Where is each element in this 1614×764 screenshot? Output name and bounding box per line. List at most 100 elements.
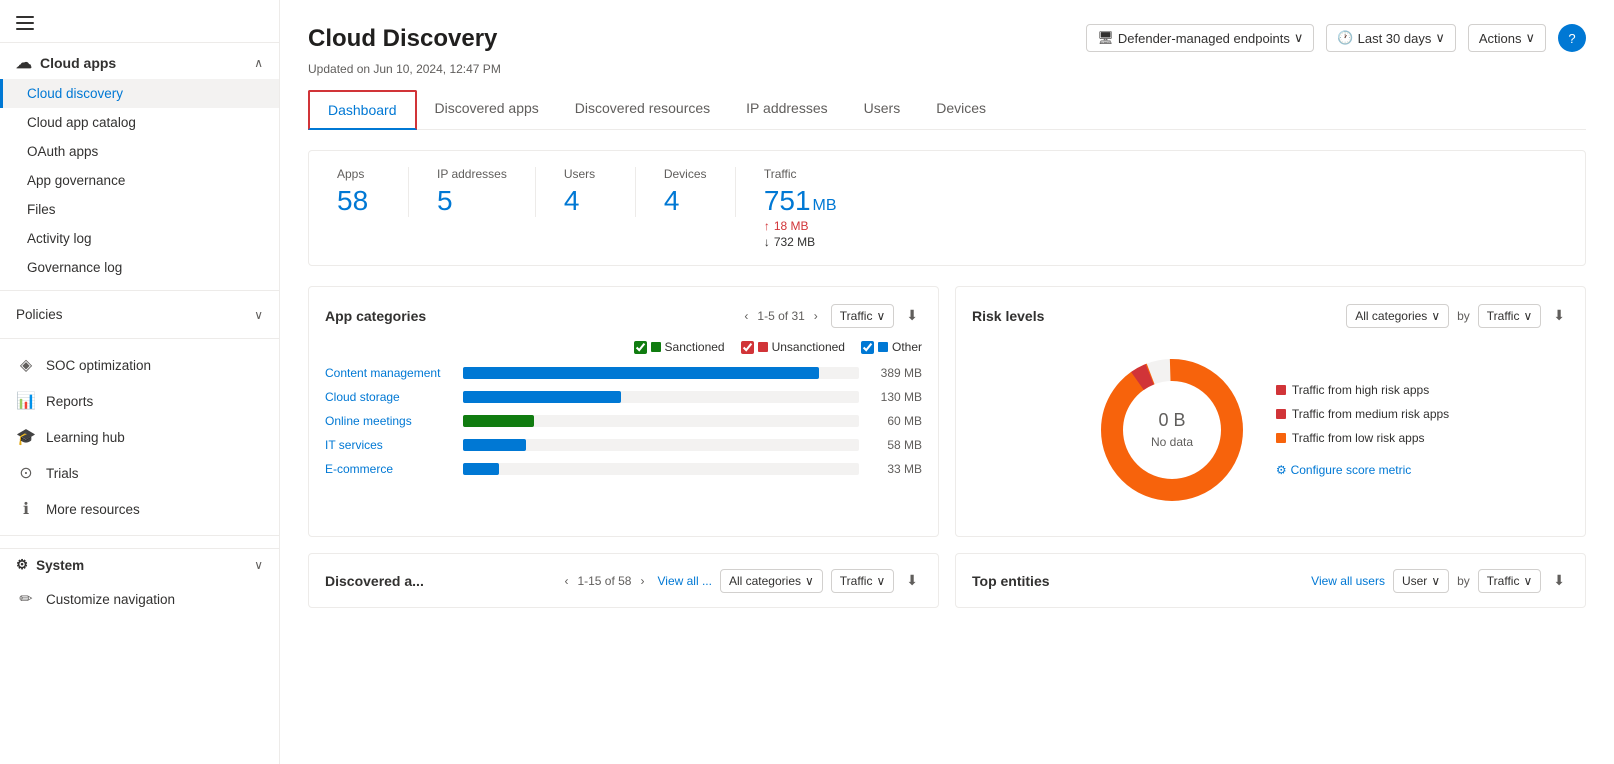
tab-discovered-resources[interactable]: Discovered resources: [557, 90, 728, 130]
medium-risk-legend: Traffic from medium risk apps: [1276, 407, 1449, 421]
sidebar-item-customize[interactable]: ✏ Customize navigation: [0, 581, 279, 617]
endpoint-button[interactable]: 🖥 Defender-managed endpoints ∨: [1086, 24, 1314, 52]
discovered-apps-pagination: ‹ 1-15 of 58 ›: [559, 572, 649, 590]
sidebar-item-learning-hub[interactable]: 🎓 Learning hub: [0, 419, 279, 455]
te-user-label: User: [1402, 574, 1427, 588]
risk-traffic-dropdown-button[interactable]: Traffic ∨: [1478, 304, 1541, 328]
donut-legend: Traffic from high risk apps Traffic from…: [1276, 383, 1449, 477]
divider-1: [0, 290, 279, 291]
bar-label-1[interactable]: Cloud storage: [325, 390, 455, 404]
te-user-chevron: ∨: [1431, 574, 1440, 588]
tabs-bar: Dashboard Discovered apps Discovered res…: [308, 90, 1586, 130]
da-categories-dropdown[interactable]: All categories ∨: [720, 569, 823, 593]
tab-discovered-apps[interactable]: Discovered apps: [417, 90, 557, 130]
sidebar-item-activity-log[interactable]: Activity log: [0, 224, 279, 253]
unsanctioned-checkbox[interactable]: [741, 341, 754, 354]
next-page-button[interactable]: ›: [809, 307, 823, 325]
sidebar-item-governance-log[interactable]: Governance log: [0, 253, 279, 282]
pagination-text: 1-5 of 31: [757, 309, 804, 323]
configure-score-link[interactable]: ⚙ Configure score metric: [1276, 463, 1449, 477]
reports-icon: 📊: [16, 391, 36, 411]
top-entities-controls: View all users User ∨ by Traffic ∨ ⬇: [1311, 568, 1569, 593]
da-view-all-link[interactable]: View all ...: [657, 574, 711, 588]
other-dot: [878, 342, 888, 352]
hamburger-button[interactable]: [0, 0, 279, 38]
risk-download-button[interactable]: ⬇: [1549, 303, 1569, 328]
sidebar-item-soc-optimization[interactable]: ◈ SOC optimization: [0, 347, 279, 383]
bar-row-1: Cloud storage 130 MB: [325, 390, 922, 404]
cloud-icon: ☁: [16, 53, 32, 73]
sidebar-item-oauth-apps[interactable]: OAuth apps: [0, 137, 279, 166]
divider-2: [0, 338, 279, 339]
traffic-up: ↑ 18 MB: [764, 219, 837, 233]
te-traffic-dropdown[interactable]: Traffic ∨: [1478, 569, 1541, 593]
tab-dashboard[interactable]: Dashboard: [308, 90, 417, 130]
unsanctioned-label: Unsanctioned: [772, 340, 845, 354]
actions-label: Actions: [1479, 31, 1522, 46]
sidebar-item-trials[interactable]: ⊙ Trials: [0, 455, 279, 491]
te-user-dropdown[interactable]: User ∨: [1393, 569, 1449, 593]
prev-page-button[interactable]: ‹: [739, 307, 753, 325]
bar-container-1: [463, 391, 859, 403]
bar-label-0[interactable]: Content management: [325, 366, 455, 380]
da-traffic-dropdown[interactable]: Traffic ∨: [831, 569, 894, 593]
da-prev-button[interactable]: ‹: [559, 572, 573, 590]
bar-label-2[interactable]: Online meetings: [325, 414, 455, 428]
te-download-button[interactable]: ⬇: [1549, 568, 1569, 593]
da-download-button[interactable]: ⬇: [902, 568, 922, 593]
help-button[interactable]: ?: [1558, 24, 1586, 52]
sidebar-item-more-resources[interactable]: ℹ More resources: [0, 491, 279, 527]
sidebar-item-cloud-app-catalog[interactable]: Cloud app catalog: [0, 108, 279, 137]
actions-chevron: ∨: [1525, 30, 1535, 46]
donut-chart: 0 B No data: [1092, 350, 1252, 510]
cloud-apps-chevron: ∧: [254, 56, 263, 70]
system-chevron: ∨: [254, 558, 263, 572]
bar-label-4[interactable]: E-commerce: [325, 462, 455, 476]
tab-ip-addresses[interactable]: IP addresses: [728, 90, 845, 130]
policies-section[interactable]: Policies ∨: [0, 299, 279, 330]
discovered-apps-header: Discovered a... ‹ 1-15 of 58 › View all …: [325, 568, 922, 593]
unsanctioned-legend: Unsanctioned: [741, 340, 845, 354]
sidebar-item-app-governance[interactable]: App governance: [0, 166, 279, 195]
system-section[interactable]: ⚙ System ∨: [0, 548, 279, 581]
bar-segment-2: [463, 415, 534, 427]
soc-label: SOC optimization: [46, 358, 151, 373]
sidebar-item-reports[interactable]: 📊 Reports: [0, 383, 279, 419]
bar-segment-1: [463, 391, 621, 403]
sidebar-item-cloud-discovery[interactable]: Cloud discovery: [0, 79, 279, 108]
sanctioned-dot: [651, 342, 661, 352]
bar-size-0: 389 MB: [867, 366, 922, 380]
tab-users[interactable]: Users: [846, 90, 919, 130]
discovered-apps-card: Discovered a... ‹ 1-15 of 58 › View all …: [308, 553, 939, 608]
date-chevron: ∨: [1435, 30, 1445, 46]
other-checkbox[interactable]: [861, 341, 874, 354]
risk-levels-title: Risk levels: [972, 308, 1044, 324]
main-content: Cloud Discovery 🖥 Defender-managed endpo…: [280, 0, 1614, 764]
sanctioned-checkbox[interactable]: [634, 341, 647, 354]
reports-label: Reports: [46, 394, 93, 409]
traffic-dropdown-button[interactable]: Traffic ∨: [831, 304, 894, 328]
bar-chart: Content management 389 MB Cloud storage …: [325, 366, 922, 476]
policies-chevron: ∨: [254, 308, 263, 322]
endpoint-label: Defender-managed endpoints: [1118, 31, 1290, 46]
download-button[interactable]: ⬇: [902, 303, 922, 328]
endpoint-chevron: ∨: [1294, 30, 1304, 46]
da-next-button[interactable]: ›: [635, 572, 649, 590]
soc-icon: ◈: [16, 355, 36, 375]
te-by-label: by: [1457, 574, 1470, 588]
ip-value: 5: [437, 185, 507, 217]
devices-stat: Devices 4: [636, 167, 736, 217]
cloud-apps-section[interactable]: ☁ Cloud apps ∧: [0, 42, 279, 79]
bar-label-3[interactable]: IT services: [325, 438, 455, 452]
users-stat: Users 4: [536, 167, 636, 217]
date-button[interactable]: 🕐 Last 30 days ∨: [1326, 24, 1455, 52]
te-view-all-link[interactable]: View all users: [1311, 574, 1385, 588]
medium-risk-dot: [1276, 409, 1286, 419]
bar-size-2: 60 MB: [867, 414, 922, 428]
categories-dropdown-button[interactable]: All categories ∨: [1346, 304, 1449, 328]
sidebar-item-files[interactable]: Files: [0, 195, 279, 224]
other-label: Other: [892, 340, 922, 354]
low-risk-legend: Traffic from low risk apps: [1276, 431, 1449, 445]
tab-devices[interactable]: Devices: [918, 90, 1004, 130]
actions-button[interactable]: Actions ∨: [1468, 24, 1546, 52]
